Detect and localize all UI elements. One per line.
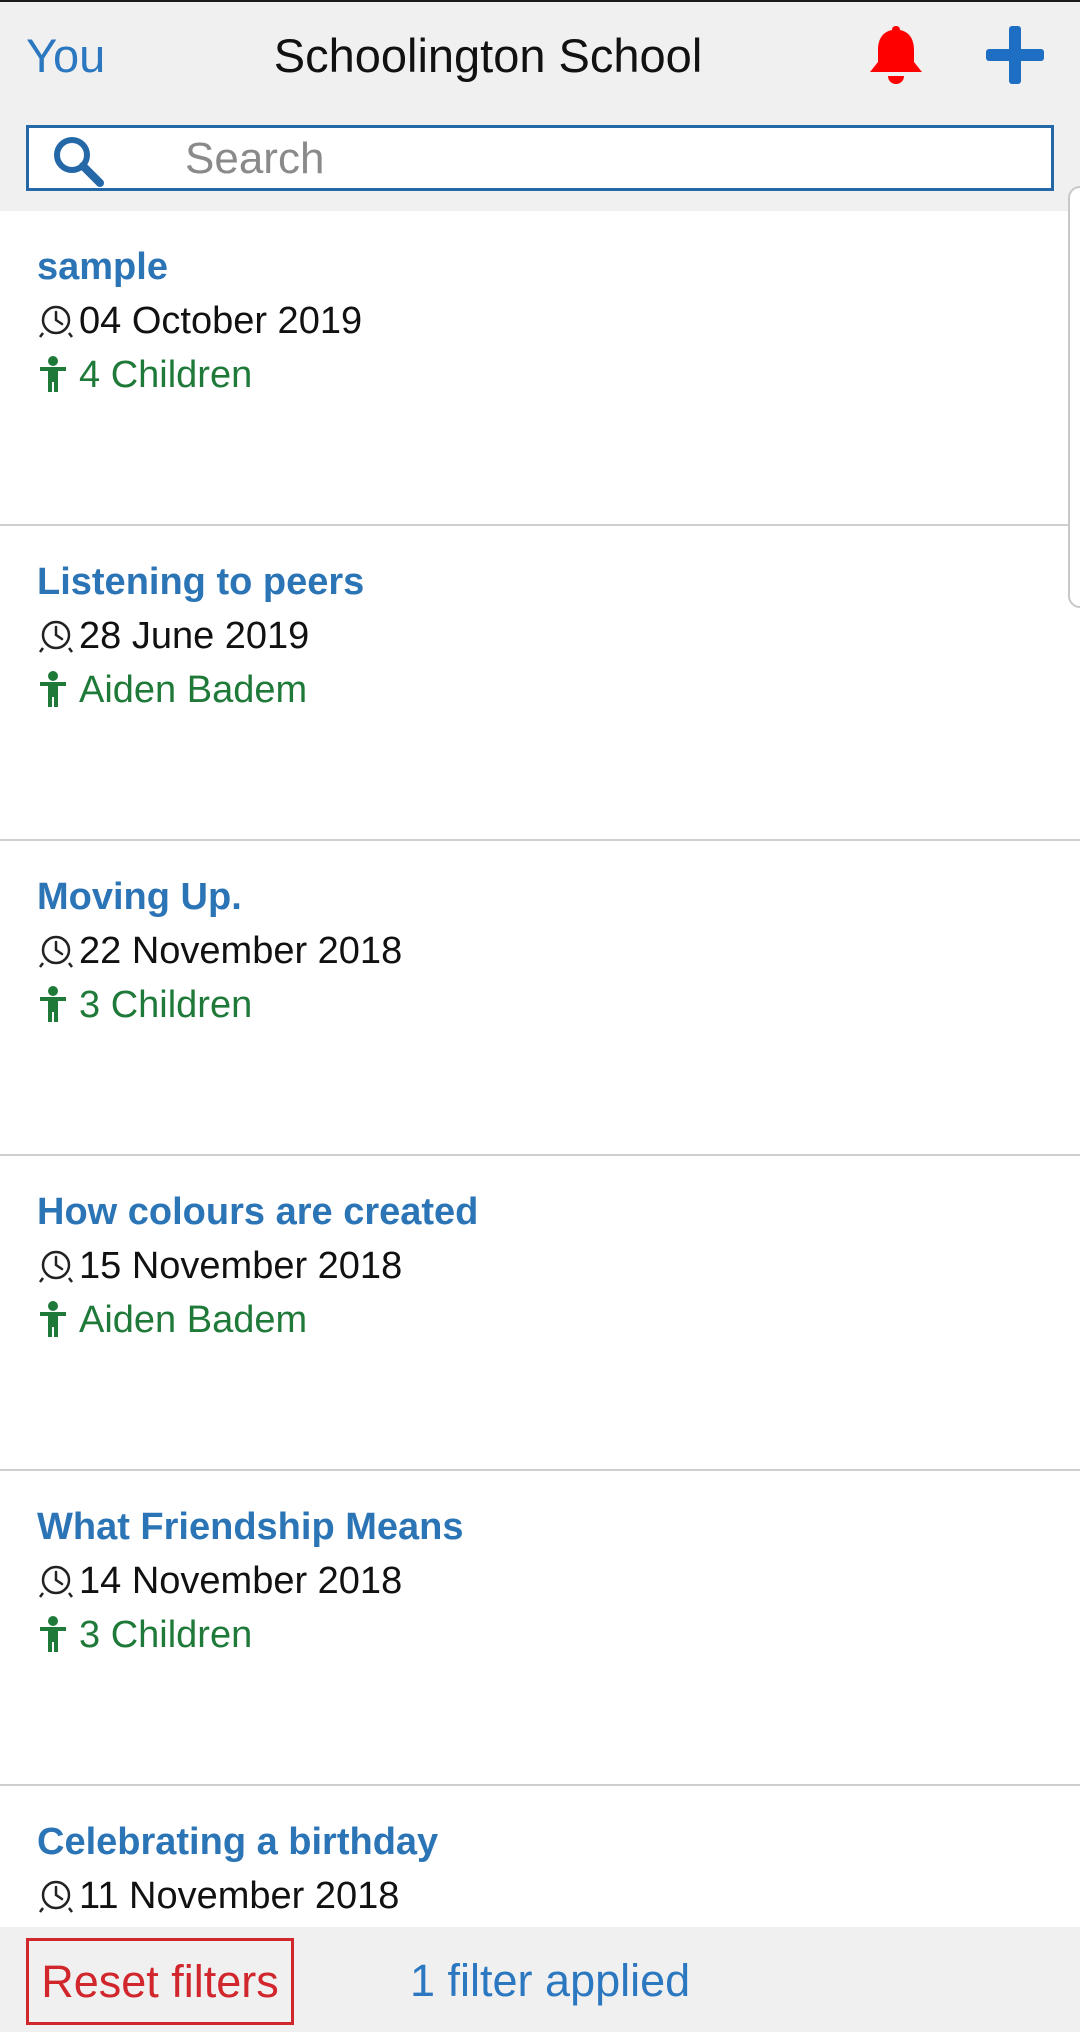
list-item[interactable]: sample 04 October 2019 4 Children bbox=[0, 211, 1080, 526]
notifications-button[interactable] bbox=[866, 22, 926, 88]
search-icon bbox=[54, 137, 104, 187]
list-item[interactable]: Listening to peers 28 June 2019 Aiden Ba… bbox=[0, 526, 1080, 841]
child-icon bbox=[40, 671, 66, 707]
observation-title[interactable]: Listening to peers bbox=[37, 558, 364, 606]
observation-date: 04 October 2019 bbox=[37, 297, 362, 345]
child-icon bbox=[40, 986, 66, 1022]
filter-bar: Reset filters 1 filter applied bbox=[0, 1927, 1080, 2032]
observation-date: 28 June 2019 bbox=[37, 612, 309, 660]
observation-children: 4 Children bbox=[37, 351, 252, 399]
observation-date: 14 November 2018 bbox=[37, 1557, 402, 1605]
observation-children: Aiden Badem bbox=[37, 666, 307, 714]
app-screen: You Schoolington School sample bbox=[0, 0, 1080, 2032]
plus-icon bbox=[986, 26, 1044, 84]
page-title: Schoolington School bbox=[273, 29, 703, 82]
clock-icon bbox=[39, 1565, 73, 1598]
observation-title[interactable]: sample bbox=[37, 243, 168, 291]
filter-status[interactable]: 1 filter applied bbox=[410, 1953, 690, 2009]
observation-title[interactable]: Celebrating a birthday bbox=[37, 1818, 438, 1866]
clock-icon bbox=[39, 1250, 73, 1283]
child-icon bbox=[40, 1301, 66, 1337]
clock-icon bbox=[39, 305, 73, 338]
observation-title[interactable]: Moving Up. bbox=[37, 873, 242, 921]
observation-date: 22 November 2018 bbox=[37, 927, 402, 975]
search-input[interactable] bbox=[185, 132, 1035, 186]
observation-title[interactable]: How colours are created bbox=[37, 1188, 478, 1236]
list-item[interactable]: How colours are created 15 November 2018… bbox=[0, 1156, 1080, 1471]
observation-list: sample 04 October 2019 4 Children Listen… bbox=[0, 211, 1080, 2032]
list-item[interactable]: Moving Up. 22 November 2018 3 Children bbox=[0, 841, 1080, 1156]
observation-date: 11 November 2018 bbox=[37, 1872, 399, 1920]
clock-icon bbox=[39, 1880, 73, 1913]
child-icon bbox=[40, 356, 66, 392]
clock-icon bbox=[39, 620, 73, 653]
reset-filters-button[interactable]: Reset filters bbox=[26, 1938, 294, 2025]
top-bar: You Schoolington School bbox=[0, 0, 1080, 211]
observation-children: 3 Children bbox=[37, 981, 252, 1029]
clock-icon bbox=[39, 935, 73, 968]
add-button[interactable] bbox=[983, 22, 1047, 88]
bell-icon bbox=[870, 26, 922, 84]
observation-children: 3 Children bbox=[37, 1611, 252, 1659]
observation-children: Aiden Badem bbox=[37, 1296, 307, 1344]
scroll-handle[interactable] bbox=[1068, 186, 1080, 608]
child-icon bbox=[40, 1616, 66, 1652]
list-item[interactable]: What Friendship Means 14 November 2018 3… bbox=[0, 1471, 1080, 1786]
observation-title[interactable]: What Friendship Means bbox=[37, 1503, 463, 1551]
observation-date: 15 November 2018 bbox=[37, 1242, 402, 1290]
search-bar[interactable] bbox=[26, 125, 1054, 191]
